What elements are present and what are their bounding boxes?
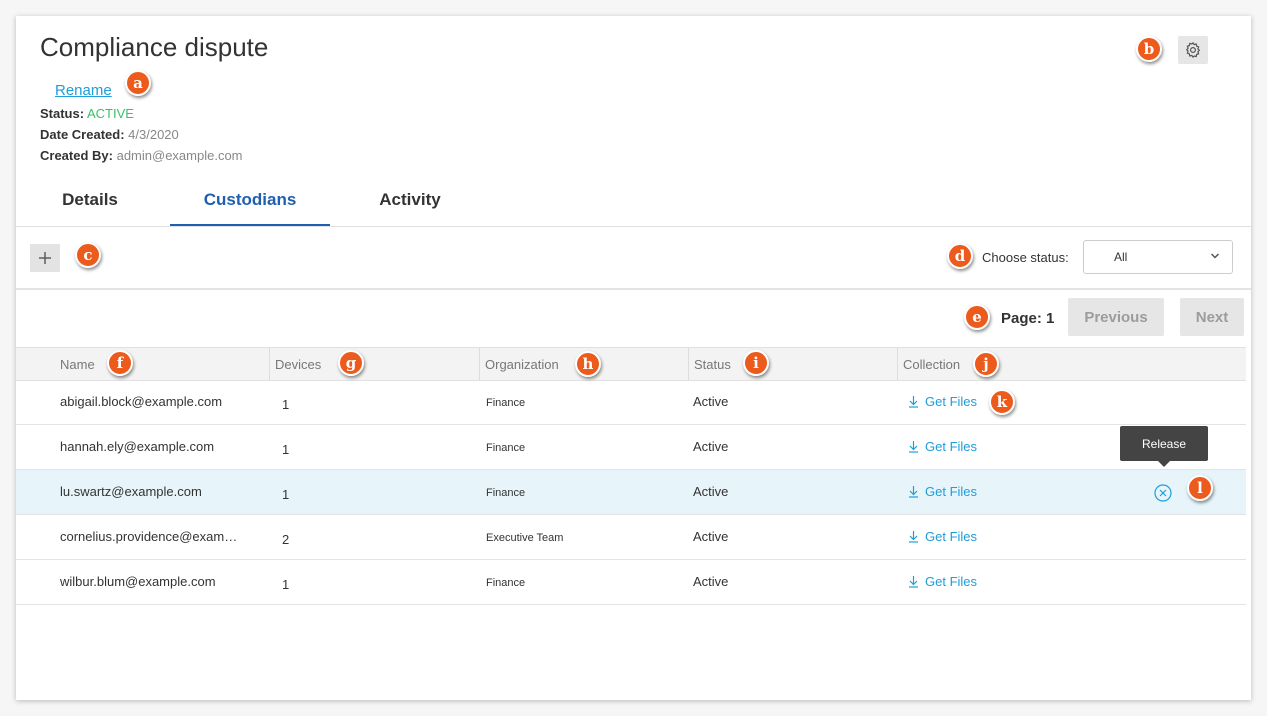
get-files-link[interactable]: Get Files [908,439,977,454]
release-tooltip: Release [1120,426,1208,467]
status-label: Status: [40,106,85,121]
date-created-value: 4/3/2020 [128,127,179,142]
rename-link[interactable]: Rename [55,82,112,99]
choose-status-label: Choose status: [982,250,1069,265]
column-header-collection[interactable]: Collection [898,348,1246,380]
column-header-devices[interactable]: Devices [270,348,480,380]
status-line: Status: ACTIVE [40,106,134,121]
release-button[interactable] [1154,484,1172,507]
get-files-label: Get Files [925,529,978,544]
date-created-line: Date Created: 4/3/2020 [40,127,179,142]
tab-custodians[interactable]: Custodians [170,184,330,226]
created-by-line: Created By: admin@example.com [40,148,243,163]
custodian-status: Active [693,529,729,544]
get-files-label: Get Files [925,574,978,589]
previous-button[interactable]: Previous [1068,298,1164,336]
download-icon [909,396,918,408]
callout-j: j [973,351,999,377]
created-by-label: Created By: [40,148,113,163]
callout-i: i [743,350,769,376]
callout-a: a [125,70,151,96]
custodian-email: cornelius.providence@exam… [60,529,238,544]
table-row[interactable]: lu.swartz@example.com 1 Finance Active G… [16,470,1246,515]
custodian-status: Active [693,574,729,589]
table-row[interactable]: cornelius.providence@exam… 2 Executive T… [16,515,1246,560]
add-custodian-button[interactable] [30,244,60,272]
device-count: 1 [282,397,290,412]
organization: Finance [486,397,526,409]
device-count: 1 [282,442,290,457]
settings-button[interactable] [1178,36,1208,64]
page-title: Compliance dispute [40,32,269,62]
custodian-status: Active [693,484,729,499]
toolbar: Choose status: All [16,226,1251,290]
device-count: 1 [282,487,290,502]
case-panel: Compliance dispute Rename Status: ACTIVE… [16,16,1251,700]
callout-b: b [1136,36,1162,62]
organization: Executive Team [486,532,564,544]
next-button[interactable]: Next [1180,298,1244,336]
date-created-label: Date Created: [40,127,125,142]
callout-d: d [947,243,973,269]
organization: Finance [486,487,526,499]
get-files-label: Get Files [925,484,978,499]
table-row[interactable]: wilbur.blum@example.com 1 Finance Active… [16,560,1246,605]
column-header-status[interactable]: Status [689,348,898,380]
custodian-status: Active [693,439,729,454]
plus-icon [39,252,51,264]
gear-icon [1185,41,1201,59]
created-by-value: admin@example.com [116,148,243,163]
get-files-link[interactable]: Get Files [908,394,977,409]
tab-details[interactable]: Details [40,184,140,224]
circle-x-icon [1154,484,1172,502]
status-dropdown[interactable]: All [1083,240,1233,274]
callout-k: k [989,389,1015,415]
chevron-down-icon [1210,253,1220,259]
organization: Finance [486,577,526,589]
get-files-link[interactable]: Get Files [908,484,977,499]
device-count: 2 [282,532,290,547]
table-row[interactable]: hannah.ely@example.com 1 Finance Active … [16,425,1246,470]
custodian-status: Active [693,394,729,409]
table-row[interactable]: abigail.block@example.com 1 Finance Acti… [16,380,1246,425]
download-icon [909,486,918,498]
tab-activity[interactable]: Activity [360,184,460,224]
callout-h: h [575,351,601,377]
callout-l: l [1187,475,1213,501]
device-count: 1 [282,577,290,592]
custodian-email: wilbur.blum@example.com [60,574,216,589]
callout-f: f [107,350,133,376]
custodian-email: abigail.block@example.com [60,394,223,409]
column-header-name[interactable]: Name [16,348,270,380]
custodian-email: lu.swartz@example.com [60,484,202,499]
page-indicator: Page: 1 [1001,310,1055,327]
download-icon [909,576,918,588]
organization: Finance [486,442,526,454]
callout-e: e [964,304,990,330]
tab-bar: Details Custodians Activity [16,184,1251,227]
download-icon [909,531,918,543]
status-dropdown-value: All [1114,250,1128,264]
callout-g: g [338,350,364,376]
callout-c: c [75,242,101,268]
get-files-label: Get Files [925,439,978,454]
status-value: ACTIVE [86,106,134,121]
get-files-label: Get Files [925,394,978,409]
table-header: Name Devices Organization Status Collect… [16,347,1246,381]
get-files-link[interactable]: Get Files [908,574,977,589]
get-files-link[interactable]: Get Files [908,529,977,544]
download-icon [909,441,918,453]
custodian-email: hannah.ely@example.com [60,439,215,454]
